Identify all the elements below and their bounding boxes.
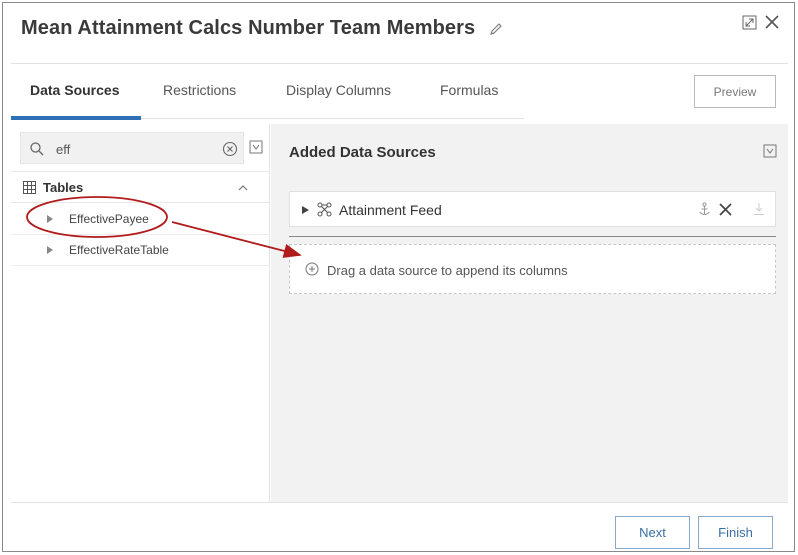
- search-icon: [30, 142, 44, 156]
- table-item-label: EffectiveRateTable: [69, 243, 169, 257]
- download-icon[interactable]: [753, 202, 765, 216]
- finish-button[interactable]: Finish: [698, 516, 773, 549]
- tab-display-columns[interactable]: Display Columns: [286, 82, 391, 98]
- preview-button[interactable]: Preview: [694, 75, 776, 108]
- tables-label: Tables: [43, 180, 84, 195]
- plus-circle-icon: [305, 262, 319, 276]
- tab-formulas[interactable]: Formulas: [440, 82, 498, 98]
- added-sources-title: Added Data Sources: [289, 144, 436, 161]
- caret-right-icon[interactable]: [45, 214, 55, 224]
- filter-icon[interactable]: [249, 140, 263, 154]
- added-sources-panel: Added Data Sources Attainment Feed Drag …: [271, 124, 788, 502]
- table-grid-icon: [23, 181, 36, 194]
- anchor-icon[interactable]: [698, 202, 711, 217]
- next-button[interactable]: Next: [615, 516, 690, 549]
- available-sources-panel: Tables EffectivePayee EffectiveRateTable: [11, 124, 270, 502]
- tab-data-sources[interactable]: Data Sources: [30, 82, 119, 98]
- caret-right-icon[interactable]: [45, 245, 55, 255]
- table-item-label: EffectivePayee: [69, 212, 149, 226]
- close-icon[interactable]: [765, 15, 779, 29]
- header-divider: [11, 63, 788, 64]
- drop-zone[interactable]: Drag a data source to append its columns: [289, 244, 776, 294]
- tabs-divider: [141, 118, 524, 119]
- drop-zone-hint: Drag a data source to append its columns: [327, 263, 568, 278]
- chevron-up-icon[interactable]: [237, 182, 249, 194]
- added-source-row[interactable]: Attainment Feed: [289, 191, 776, 227]
- table-item-effectiveratetable[interactable]: EffectiveRateTable: [11, 235, 270, 266]
- tab-restrictions[interactable]: Restrictions: [163, 82, 236, 98]
- added-source-label: Attainment Feed: [339, 202, 442, 218]
- dialog-title: Mean Attainment Calcs Number Team Member…: [21, 17, 476, 39]
- data-source-dialog: Mean Attainment Calcs Number Team Member…: [2, 2, 795, 552]
- table-item-effectivepayee[interactable]: EffectivePayee: [11, 204, 270, 235]
- caret-right-icon[interactable]: [301, 205, 310, 215]
- data-feed-icon: [317, 202, 332, 217]
- expand-icon[interactable]: [742, 15, 757, 30]
- clear-circle-icon[interactable]: [222, 141, 238, 157]
- tables-section-header[interactable]: Tables: [11, 171, 270, 203]
- search-input[interactable]: [56, 139, 206, 159]
- footer-divider: [11, 502, 788, 503]
- filter-icon[interactable]: [763, 144, 777, 158]
- search-box: [20, 132, 244, 164]
- source-divider: [289, 236, 776, 237]
- pencil-icon[interactable]: [488, 21, 504, 37]
- active-tab-indicator: [11, 116, 141, 120]
- remove-icon[interactable]: [719, 203, 732, 216]
